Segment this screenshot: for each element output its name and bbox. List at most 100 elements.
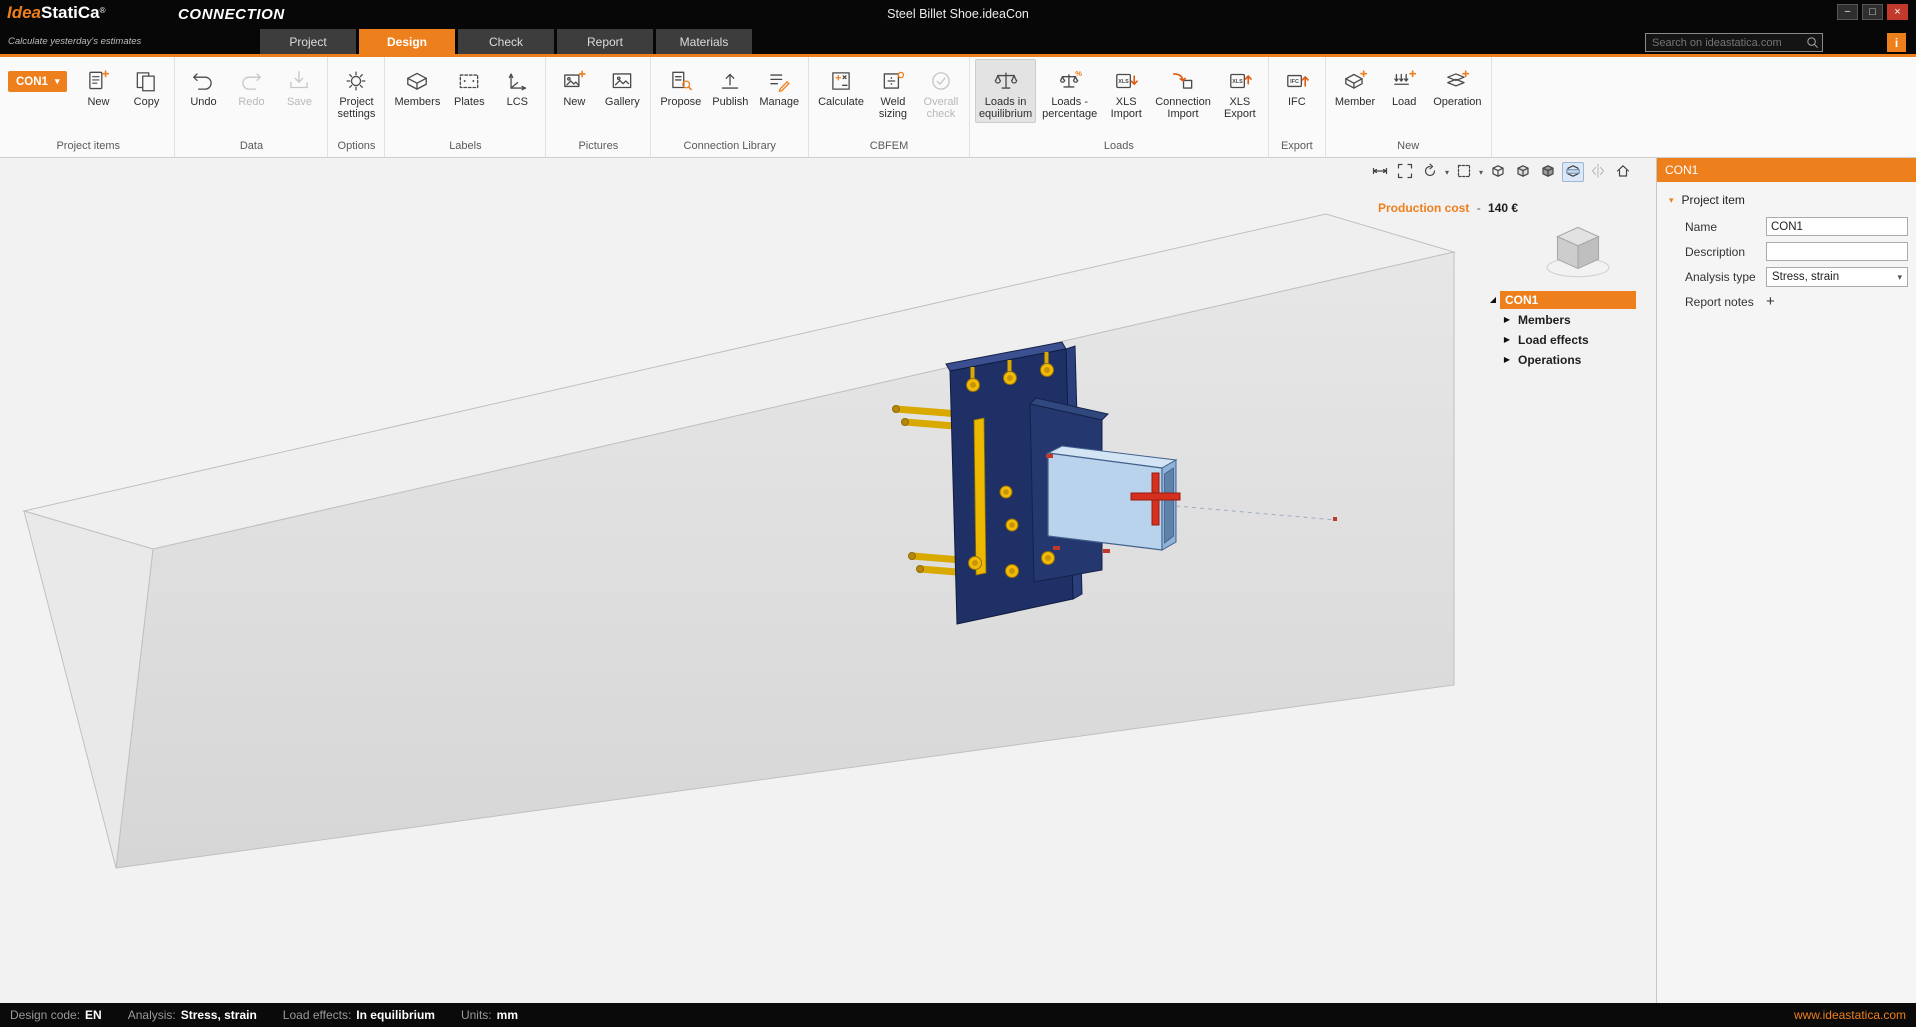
gallery-button[interactable]: Gallery: [599, 59, 645, 111]
name-field[interactable]: [1766, 217, 1908, 236]
description-field[interactable]: [1766, 242, 1908, 261]
section-box-icon: [1456, 163, 1472, 182]
lcs-labels-button[interactable]: LCS: [494, 59, 540, 111]
view-shaded-button[interactable]: [1512, 162, 1534, 182]
concrete-block: [24, 214, 1454, 868]
ribbon-group-project-items: CON1▾ New Copy Project items: [2, 57, 175, 157]
propose-magnifier-icon: [668, 64, 694, 94]
close-button[interactable]: ×: [1887, 4, 1908, 20]
redo-button[interactable]: Redo: [228, 59, 274, 111]
analysis-type-select[interactable]: Stress, strain ▾: [1766, 267, 1908, 287]
loads-percentage-button[interactable]: % Loads - percentage: [1038, 59, 1101, 123]
svg-text:XLS: XLS: [1232, 79, 1243, 85]
dimension-icon: [1372, 163, 1388, 182]
new-load-button[interactable]: Load: [1381, 59, 1427, 111]
publish-button[interactable]: Publish: [707, 59, 753, 111]
tab-design[interactable]: Design: [359, 29, 455, 54]
overall-check-button[interactable]: Overall check: [918, 59, 964, 123]
section-box-button[interactable]: [1453, 162, 1475, 182]
project-item-section[interactable]: ▾ Project item: [1657, 182, 1916, 214]
name-row: Name: [1657, 214, 1916, 239]
plates-labels-button[interactable]: Plates: [446, 59, 492, 111]
project-item-select[interactable]: CON1 ▾: [8, 71, 67, 92]
analysis-type-label: Analysis type: [1685, 270, 1766, 284]
status-load-effects: Load effects:In equilibrium: [283, 1008, 435, 1022]
analysis-type-row: Analysis type Stress, strain ▾: [1657, 264, 1916, 290]
dimensions-tool-button[interactable]: [1369, 162, 1391, 182]
production-cost-value: 140 €: [1488, 201, 1518, 215]
3d-viewport[interactable]: ▾ ▾ Production cost - 140 € ◢: [0, 158, 1656, 1003]
maximize-button[interactable]: □: [1862, 4, 1883, 20]
info-button[interactable]: i: [1887, 33, 1906, 52]
view-transparent-button[interactable]: [1562, 162, 1584, 182]
view-solid-button[interactable]: [1537, 162, 1559, 182]
gear-icon: [343, 64, 369, 94]
project-settings-button[interactable]: Project settings: [333, 59, 379, 123]
loads-in-equilibrium-toggle[interactable]: Loads in equilibrium: [975, 59, 1036, 123]
copy-project-item-button[interactable]: Copy: [123, 59, 169, 111]
zoom-fit-button[interactable]: [1394, 162, 1416, 182]
tree-item-operations[interactable]: Operations: [1518, 353, 1581, 367]
search-input[interactable]: [1645, 33, 1823, 52]
mirror-view-button[interactable]: [1587, 162, 1609, 182]
axes-icon: [504, 64, 530, 94]
manage-button[interactable]: Manage: [755, 59, 803, 111]
tab-report[interactable]: Report: [557, 29, 653, 54]
save-button[interactable]: Save: [276, 59, 322, 111]
status-units: Units:mm: [461, 1008, 518, 1022]
tree-row-con1: ◢ CON1: [1486, 290, 1636, 309]
tree-row-operations: ▶ Operations: [1500, 350, 1636, 369]
3d-scene[interactable]: [0, 158, 1656, 1003]
gallery-icon: [609, 64, 635, 94]
new-project-item-button[interactable]: New: [75, 59, 121, 111]
title-bar: IdeaStatiCa® CONNECTION Calculate yester…: [0, 0, 1916, 57]
project-item-select-label: CON1: [16, 76, 48, 88]
website-link[interactable]: www.ideastatica.com: [1794, 1008, 1906, 1022]
undo-icon: [190, 64, 216, 94]
weld-sizing-button[interactable]: Weld sizing: [870, 59, 916, 123]
properties-header: CON1: [1657, 158, 1916, 182]
new-operation-button[interactable]: Operation: [1429, 59, 1485, 111]
tab-project[interactable]: Project: [260, 29, 356, 54]
home-view-button[interactable]: [1612, 162, 1634, 182]
tree-item-load-effects[interactable]: Load effects: [1518, 333, 1589, 347]
cube-plane-icon: [1565, 163, 1581, 182]
members-labels-button[interactable]: Members: [390, 59, 444, 111]
chevron-down-icon[interactable]: ▾: [1445, 168, 1449, 177]
tab-materials[interactable]: Materials: [656, 29, 752, 54]
tree-expander-collapsed-icon[interactable]: ▶: [1500, 335, 1514, 344]
ribbon-group-options: Project settings Options: [328, 57, 385, 157]
picture-add-icon: [561, 64, 587, 94]
propose-button[interactable]: Propose: [656, 59, 705, 111]
cube-solid-icon: [1540, 163, 1556, 182]
tree-expander-collapsed-icon[interactable]: ▶: [1500, 355, 1514, 364]
navigation-cube[interactable]: [1542, 219, 1614, 284]
calculate-button[interactable]: Calculate: [814, 59, 868, 111]
tree-expander-collapsed-icon[interactable]: ▶: [1500, 315, 1514, 324]
tab-check[interactable]: Check: [458, 29, 554, 54]
xls-export-button[interactable]: XLS XLS Export: [1217, 59, 1263, 123]
new-picture-button[interactable]: New: [551, 59, 597, 111]
minimize-button[interactable]: −: [1837, 4, 1858, 20]
svg-text:%: %: [1075, 69, 1082, 78]
tree-row-load-effects: ▶ Load effects: [1500, 330, 1636, 349]
manage-edit-icon: [766, 64, 792, 94]
chevron-down-icon: ▾: [55, 76, 60, 87]
tree-expander-expanded-icon[interactable]: ◢: [1486, 295, 1500, 304]
chevron-down-icon[interactable]: ▾: [1479, 168, 1483, 177]
undo-button[interactable]: Undo: [180, 59, 226, 111]
weld-sizing-icon: [880, 64, 906, 94]
new-member-button[interactable]: Member: [1331, 59, 1379, 111]
xls-import-button[interactable]: XLS XLS Import: [1103, 59, 1149, 123]
check-circle-icon: [928, 64, 954, 94]
view-wireframe-button[interactable]: [1487, 162, 1509, 182]
tree-item-members[interactable]: Members: [1518, 313, 1571, 327]
rotate-view-button[interactable]: [1419, 162, 1441, 182]
connection-import-icon: [1170, 64, 1196, 94]
publish-upload-icon: [717, 64, 743, 94]
add-report-notes-button[interactable]: +: [1766, 295, 1908, 309]
ifc-export-button[interactable]: IFC IFC: [1274, 59, 1320, 111]
tree-item-con1[interactable]: CON1: [1500, 291, 1636, 309]
connection-import-button[interactable]: Connection Import: [1151, 59, 1215, 123]
ribbon-group-loads: Loads in equilibrium % Loads - percentag…: [970, 57, 1269, 157]
